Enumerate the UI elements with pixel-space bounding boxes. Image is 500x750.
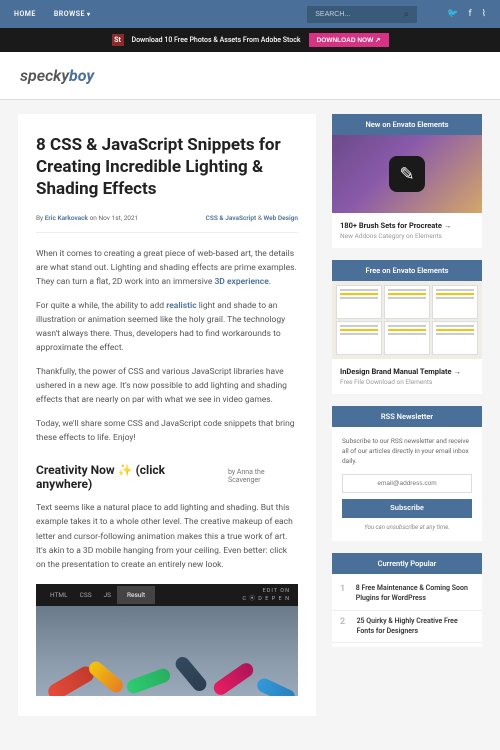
stock-icon: St [112, 34, 124, 46]
embed-canvas[interactable] [36, 606, 298, 696]
category-link[interactable]: Web Design [264, 214, 298, 222]
widget-header: RSS Newsletter [332, 406, 482, 427]
facebook-icon[interactable]: f [468, 9, 471, 19]
widget-image[interactable]: ✎ [332, 135, 482, 213]
promo-bar: St Download 10 Free Photos & Assets From… [0, 28, 500, 52]
topbar: HOME BROWSE▾ ⌕ 🐦 f ⌇ [0, 0, 500, 28]
tab-js[interactable]: JS [98, 591, 117, 599]
sidebar: New on Envato Elements ✎ 180+ Brush Sets… [332, 114, 482, 716]
search-box[interactable]: ⌕ [307, 6, 417, 23]
article-title: 8 CSS & JavaScript Snippets for Creating… [36, 134, 298, 200]
rss-icon[interactable]: ⌇ [482, 9, 486, 19]
codepen-embed: HTML CSS JS Result EDIT ONC ⦿ D E P E N [36, 584, 298, 696]
widget-link[interactable]: InDesign Brand Manual Template → [340, 367, 474, 376]
widget-subtitle: New Addons Category on Elements [340, 232, 474, 240]
widget-popular: Currently Popular 1 8 Free Maintenance &… [332, 553, 482, 647]
widget-subtitle: Free File Download on Elements [340, 378, 474, 386]
promo-text: Download 10 Free Photos & Assets From Ad… [132, 36, 301, 44]
widget-envato-new: New on Envato Elements ✎ 180+ Brush Sets… [332, 114, 482, 248]
popular-item[interactable]: 2 25 Quirky & Highly Creative Free Fonts… [332, 611, 482, 644]
nav-browse[interactable]: BROWSE▾ [54, 10, 91, 18]
tab-result[interactable]: Result [117, 586, 155, 604]
rank-number: 2 [340, 617, 349, 637]
inline-link[interactable]: 3D experience [214, 277, 268, 287]
logo-bar: speckyboy [0, 52, 500, 100]
tab-html[interactable]: HTML [44, 591, 74, 599]
widget-envato-free: Free on Envato Elements InDesign Brand M… [332, 260, 482, 394]
popular-title: 25 Quirky & Highly Creative Free Fonts f… [357, 617, 474, 637]
edit-on-codepen[interactable]: EDIT ONC ⦿ D E P E N [242, 588, 290, 602]
byline: By Eric Karkovack on Nov 1st, 2021 CSS &… [36, 214, 298, 233]
popular-item[interactable]: 1 8 Free Maintenance & Coming Soon Plugi… [332, 578, 482, 611]
twitter-icon[interactable]: 🐦 [447, 9, 458, 19]
author-link[interactable]: Eric Karkovack [45, 214, 88, 222]
category-link[interactable]: CSS & JavaScript [206, 214, 257, 222]
article-body: When it comes to creating a great piece … [36, 247, 298, 695]
download-now-button[interactable]: DOWNLOAD NOW ↗ [309, 33, 389, 47]
search-input[interactable] [315, 11, 403, 18]
procreate-icon: ✎ [389, 156, 425, 192]
email-input[interactable] [342, 474, 472, 493]
widget-link[interactable]: 180+ Brush Sets for Procreate → [340, 221, 474, 230]
article: 8 CSS & JavaScript Snippets for Creating… [18, 114, 316, 716]
tab-css[interactable]: CSS [74, 591, 98, 599]
subscribe-button[interactable]: Subscribe [342, 499, 472, 518]
social-links: 🐦 f ⌇ [447, 9, 486, 19]
rank-number: 1 [340, 584, 348, 604]
unsubscribe-note: You can unsubscribe at any time. [342, 524, 472, 531]
inline-link[interactable]: realistic [166, 301, 196, 311]
chevron-down-icon: ▾ [87, 11, 91, 18]
nav-home[interactable]: HOME [14, 10, 36, 18]
widget-header: New on Envato Elements [332, 114, 482, 135]
popular-title: 8 Free Maintenance & Coming Soon Plugins… [356, 584, 474, 604]
widget-header: Currently Popular [332, 553, 482, 574]
section-heading: Creativity Now ✨ (click anywhere)by Anna… [36, 463, 298, 491]
site-logo[interactable]: speckyboy [20, 66, 480, 85]
embed-tabs: HTML CSS JS Result EDIT ONC ⦿ D E P E N [36, 584, 298, 606]
widget-rss: RSS Newsletter Subscribe to our RSS news… [332, 406, 482, 541]
widget-header: Free on Envato Elements [332, 260, 482, 281]
search-icon[interactable]: ⌕ [404, 9, 410, 20]
rss-description: Subscribe to our RSS newsletter and rece… [342, 437, 472, 466]
widget-image[interactable] [332, 281, 482, 359]
